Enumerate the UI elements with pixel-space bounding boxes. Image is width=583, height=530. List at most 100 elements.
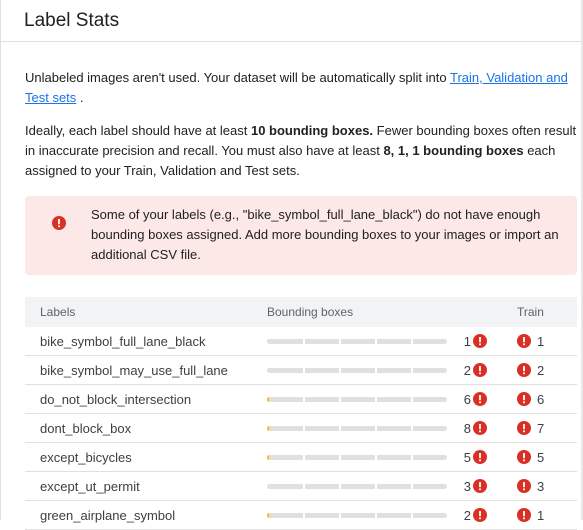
error-icon — [517, 421, 531, 435]
train-count: 7 — [537, 420, 545, 436]
requirement-bold-2: 8, 1, 1 bounding boxes — [383, 143, 524, 158]
bounding-box-count: 2 — [463, 507, 471, 523]
header-train[interactable]: Train — [509, 305, 577, 319]
bounding-box-progress-bar — [267, 512, 447, 518]
bar-segment-divider — [375, 338, 377, 344]
bar-segment-divider — [375, 512, 377, 518]
bar-segment-divider — [411, 454, 413, 460]
header-labels[interactable]: Labels — [25, 305, 251, 319]
row-train: 2 — [509, 363, 577, 378]
table-header: Labels Bounding boxes Train — [25, 297, 577, 327]
progress-fill — [267, 425, 269, 431]
intro-text: Unlabeled images aren't used. Your datas… — [25, 70, 450, 85]
table-row[interactable]: except_ut_permit 3 3 — [25, 472, 577, 501]
row-train: 5 — [509, 450, 577, 465]
bar-segment-divider — [375, 425, 377, 431]
row-bounding-boxes: 3 — [251, 479, 509, 494]
train-count: 2 — [537, 362, 545, 378]
error-icon — [52, 216, 66, 230]
bounding-box-count: 5 — [463, 449, 471, 465]
bar-segment-divider — [375, 483, 377, 489]
train-count: 5 — [537, 449, 545, 465]
train-count: 1 — [537, 333, 545, 349]
error-icon — [473, 363, 487, 377]
bounding-box-progress-bar — [267, 367, 447, 373]
table-body: bike_symbol_full_lane_black 1 1 bike_symbol… — [25, 327, 577, 530]
table-row[interactable]: bike_symbol_may_use_full_lane 2 2 — [25, 356, 577, 385]
row-bounding-boxes: 6 — [251, 392, 509, 407]
bar-segment-divider — [411, 396, 413, 402]
bounding-box-progress-bar — [267, 338, 447, 344]
train-count: 3 — [537, 478, 545, 494]
error-icon — [473, 392, 487, 406]
row-bounding-boxes: 1 — [251, 334, 509, 349]
bounding-box-progress-bar — [267, 454, 447, 460]
error-alert: Some of your labels (e.g., "bike_symbol_… — [25, 196, 577, 275]
row-bounding-boxes: 2 — [251, 363, 509, 378]
bar-segment-divider — [411, 483, 413, 489]
row-label: dont_block_box — [40, 420, 132, 436]
error-icon — [517, 363, 531, 377]
bar-segment-divider — [375, 454, 377, 460]
bar-segment-divider — [411, 338, 413, 344]
bar-segment-divider — [411, 425, 413, 431]
row-train: 6 — [509, 392, 577, 407]
bar-segment-divider — [339, 483, 341, 489]
dialog-header: Label Stats — [0, 0, 583, 42]
error-icon — [473, 450, 487, 464]
bar-segment-divider — [303, 396, 305, 402]
row-bounding-boxes: 8 — [251, 421, 509, 436]
table-row[interactable]: dont_block_box 8 7 — [25, 414, 577, 443]
row-label: except_ut_permit — [40, 478, 140, 494]
alert-message: Some of your labels (e.g., "bike_symbol_… — [91, 207, 559, 262]
progress-fill — [267, 454, 269, 460]
row-bounding-boxes: 2 — [251, 508, 509, 523]
bounding-box-count: 6 — [463, 391, 471, 407]
error-icon — [517, 392, 531, 406]
bar-segment-divider — [375, 367, 377, 373]
bounding-box-count: 2 — [463, 362, 471, 378]
error-icon — [517, 450, 531, 464]
bar-segment-divider — [339, 396, 341, 402]
row-label: bike_symbol_full_lane_black — [40, 333, 206, 349]
bar-segment-divider — [303, 454, 305, 460]
row-label: green_airplane_symbol — [40, 507, 176, 523]
row-train: 7 — [509, 421, 577, 436]
bounding-box-progress-bar — [267, 396, 447, 402]
header-bounding-boxes[interactable]: Bounding boxes — [251, 305, 509, 319]
page-title: Label Stats — [24, 9, 120, 31]
progress-fill — [267, 396, 269, 402]
train-count: 1 — [537, 507, 545, 523]
table-row[interactable]: green_airplane_symbol 2 1 — [25, 501, 577, 530]
intro-paragraph: Unlabeled images aren't used. Your datas… — [25, 68, 577, 108]
row-label: except_bicycles — [40, 449, 132, 465]
row-train: 1 — [509, 334, 577, 349]
table-row[interactable]: except_bicycles 5 5 — [25, 443, 577, 472]
row-label: bike_symbol_may_use_full_lane — [40, 362, 228, 378]
row-label: do_not_block_intersection — [40, 391, 192, 407]
bar-segment-divider — [339, 367, 341, 373]
train-count: 6 — [537, 391, 545, 407]
bounding-box-count: 8 — [463, 420, 471, 436]
table-row[interactable]: bike_symbol_full_lane_black 1 1 — [25, 327, 577, 356]
bar-segment-divider — [339, 338, 341, 344]
error-icon — [517, 334, 531, 348]
bar-segment-divider — [339, 512, 341, 518]
bounding-box-progress-bar — [267, 483, 447, 489]
panel-left-border — [0, 0, 1, 520]
bar-segment-divider — [303, 512, 305, 518]
bar-segment-divider — [303, 425, 305, 431]
intro-suffix: . — [76, 90, 84, 105]
row-train: 3 — [509, 479, 577, 494]
table-row[interactable]: do_not_block_intersection 6 6 — [25, 385, 577, 414]
row-train: 1 — [509, 508, 577, 523]
error-icon — [473, 479, 487, 493]
bar-segment-divider — [303, 483, 305, 489]
error-icon — [517, 479, 531, 493]
progress-fill — [267, 512, 269, 518]
bar-segment-divider — [411, 367, 413, 373]
bar-segment-divider — [303, 367, 305, 373]
error-icon — [473, 334, 487, 348]
error-icon — [473, 421, 487, 435]
row-bounding-boxes: 5 — [251, 450, 509, 465]
